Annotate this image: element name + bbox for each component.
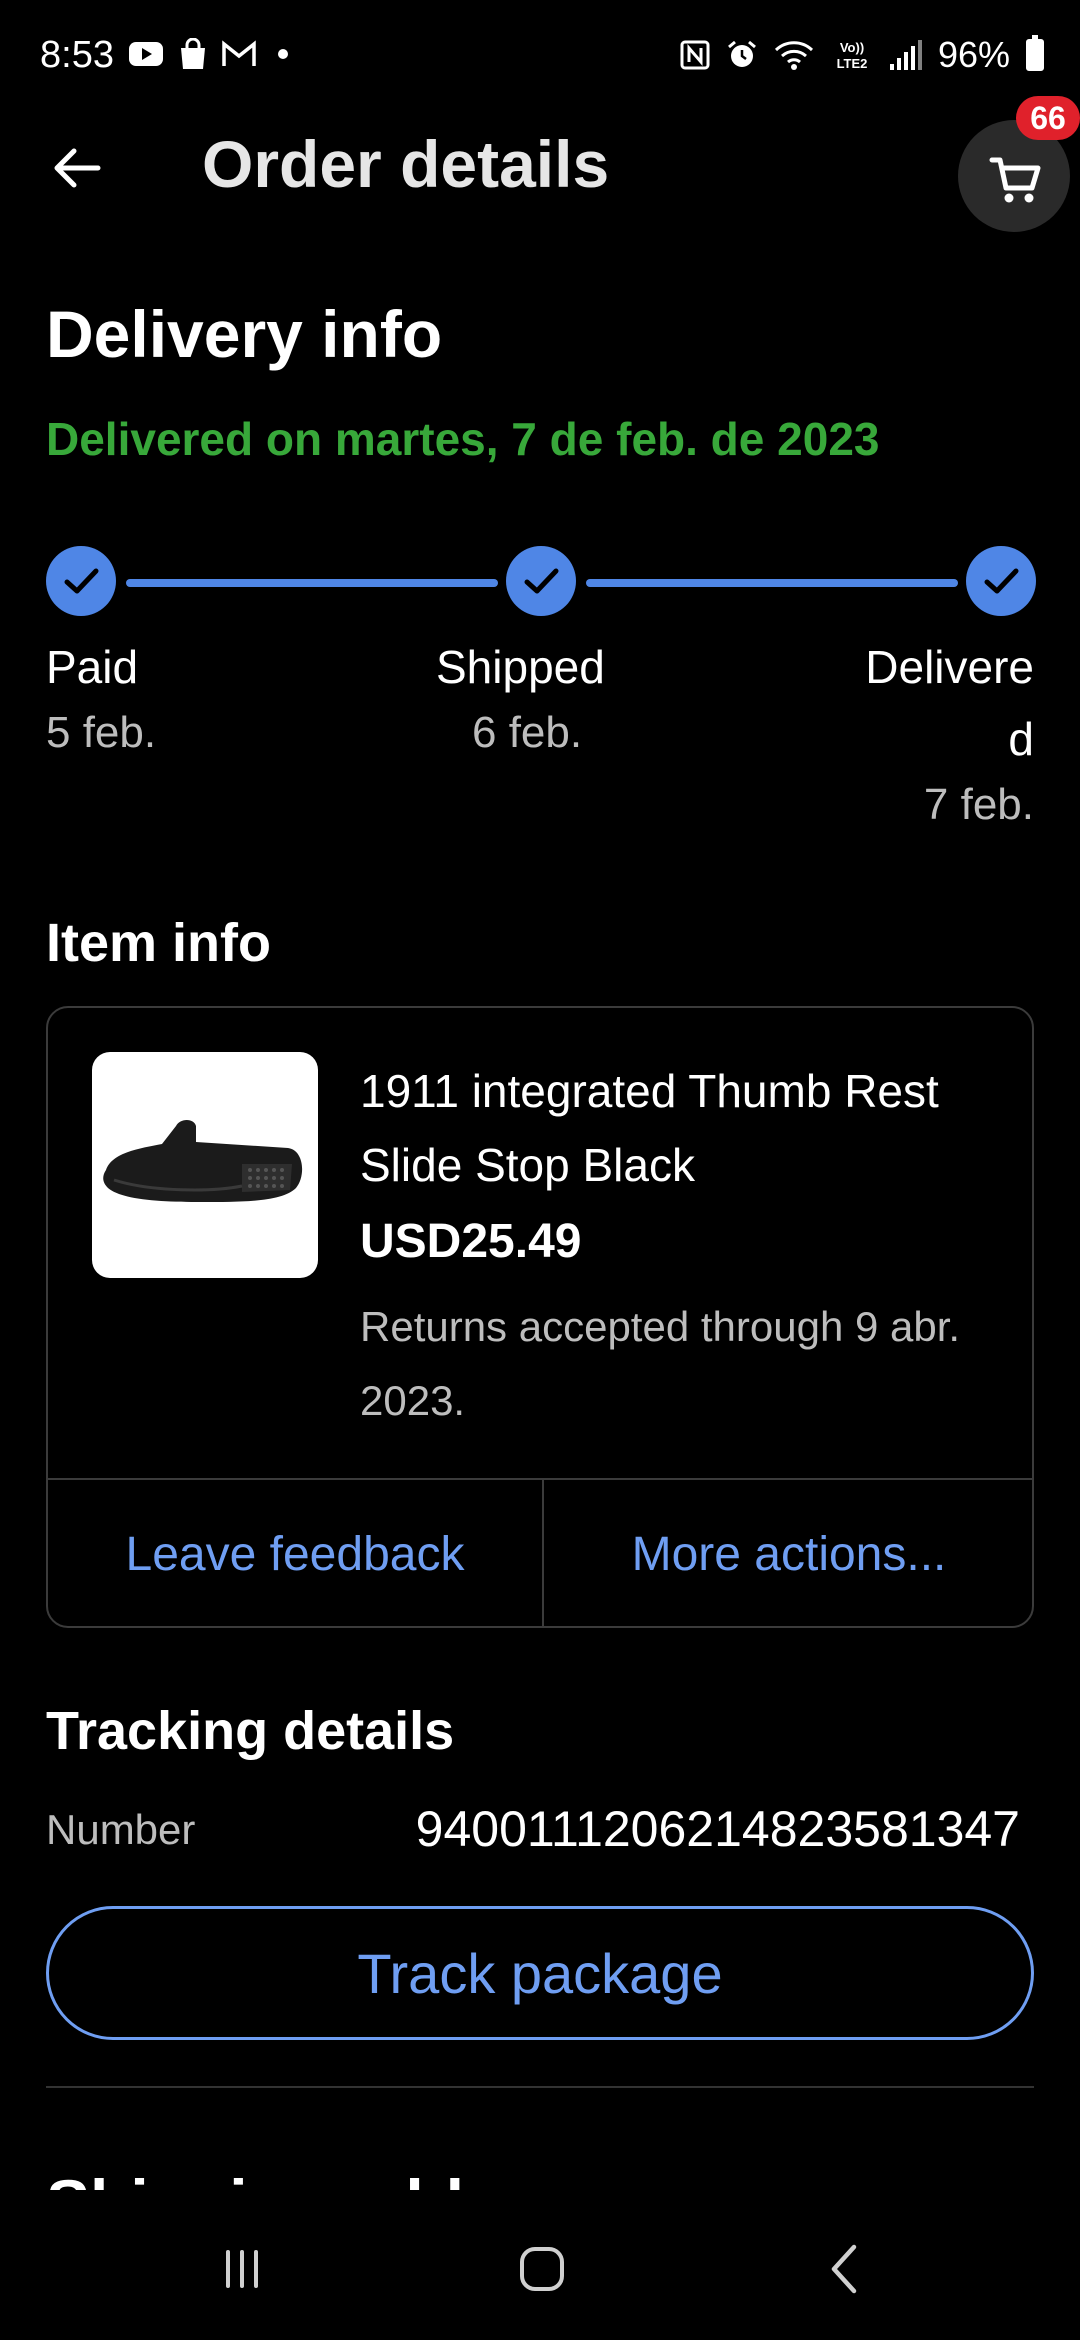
system-nav-bar	[0, 2190, 1080, 2340]
step-shipped-check-icon	[506, 546, 576, 616]
status-bar: 8:53 Vo)) LTE2 96%	[0, 0, 1080, 120]
signal-icon	[889, 40, 922, 70]
nfc-icon	[680, 40, 710, 70]
tracking-details-heading: Tracking details	[46, 1701, 455, 1761]
battery-percent: 96%	[937, 34, 1010, 75]
item-price: USD25.49	[360, 1215, 582, 1268]
wifi-icon	[774, 41, 813, 70]
step-date-shipped: 6 feb.	[472, 708, 583, 757]
recent-apps-icon[interactable]	[202, 2234, 282, 2304]
section-divider	[46, 2086, 1034, 2088]
step-delivered-check-icon	[966, 546, 1036, 616]
item-title[interactable]: 1911 integrated Thumb Rest Slide Stop Bl…	[360, 1054, 980, 1202]
item-thumbnail[interactable]	[92, 1052, 318, 1278]
delivery-status: Delivered on martes, 7 de feb. de 2023	[46, 413, 880, 465]
battery-icon	[1026, 35, 1044, 71]
more-notifications-dot	[278, 49, 288, 59]
shopping-bag-icon	[181, 38, 205, 69]
track-package-button[interactable]: Track package	[46, 1906, 1034, 2040]
app-bar: Order details	[0, 110, 1080, 220]
item-image	[103, 1120, 303, 1202]
page-title: Order details	[202, 127, 610, 201]
cart-count-badge: 66	[1016, 96, 1080, 140]
tracking-number-label: Number	[46, 1806, 196, 1853]
step-date-paid: 5 feb.	[46, 708, 157, 757]
progress-line	[126, 579, 498, 587]
step-paid-check-icon	[46, 546, 116, 616]
item-card: 1911 integrated Thumb Rest Slide Stop Bl…	[46, 1006, 1034, 1628]
item-info-heading: Item info	[46, 913, 271, 973]
item-returns-policy: Returns accepted through 9 abr. 2023.	[360, 1303, 961, 1424]
youtube-icon	[129, 42, 163, 66]
home-icon[interactable]	[502, 2234, 582, 2304]
step-date-delivered: 7 feb.	[923, 780, 1034, 829]
volte-icon: Vo))LTE2	[837, 40, 868, 71]
svg-text:Vo)): Vo))	[840, 40, 864, 55]
gmail-icon	[222, 40, 256, 66]
step-label-paid: Paid	[46, 641, 139, 693]
delivery-info-heading: Delivery info	[46, 297, 443, 371]
tracking-number: 9400111206214823581347	[415, 1801, 1020, 1857]
alarm-icon	[727, 40, 756, 67]
delivery-progress	[46, 546, 1036, 616]
svg-text:LTE2: LTE2	[837, 56, 868, 71]
back-nav-icon[interactable]	[806, 2234, 886, 2304]
shipping-address-heading: Shipping address	[46, 2158, 600, 2190]
progress-line	[586, 579, 958, 587]
status-time: 8:53	[40, 34, 114, 76]
notification-icons	[128, 38, 288, 70]
step-label-shipped: Shipped	[436, 641, 605, 693]
step-label-delivered-wrap: d	[1008, 713, 1034, 765]
system-icons: Vo)) LTE2 96%	[680, 34, 1044, 76]
leave-feedback-button[interactable]: Leave feedback	[48, 1480, 542, 1628]
more-actions-button[interactable]: More actions...	[544, 1480, 1034, 1628]
step-label-delivered: Delivere	[865, 641, 1034, 693]
back-arrow-icon[interactable]	[48, 138, 108, 198]
